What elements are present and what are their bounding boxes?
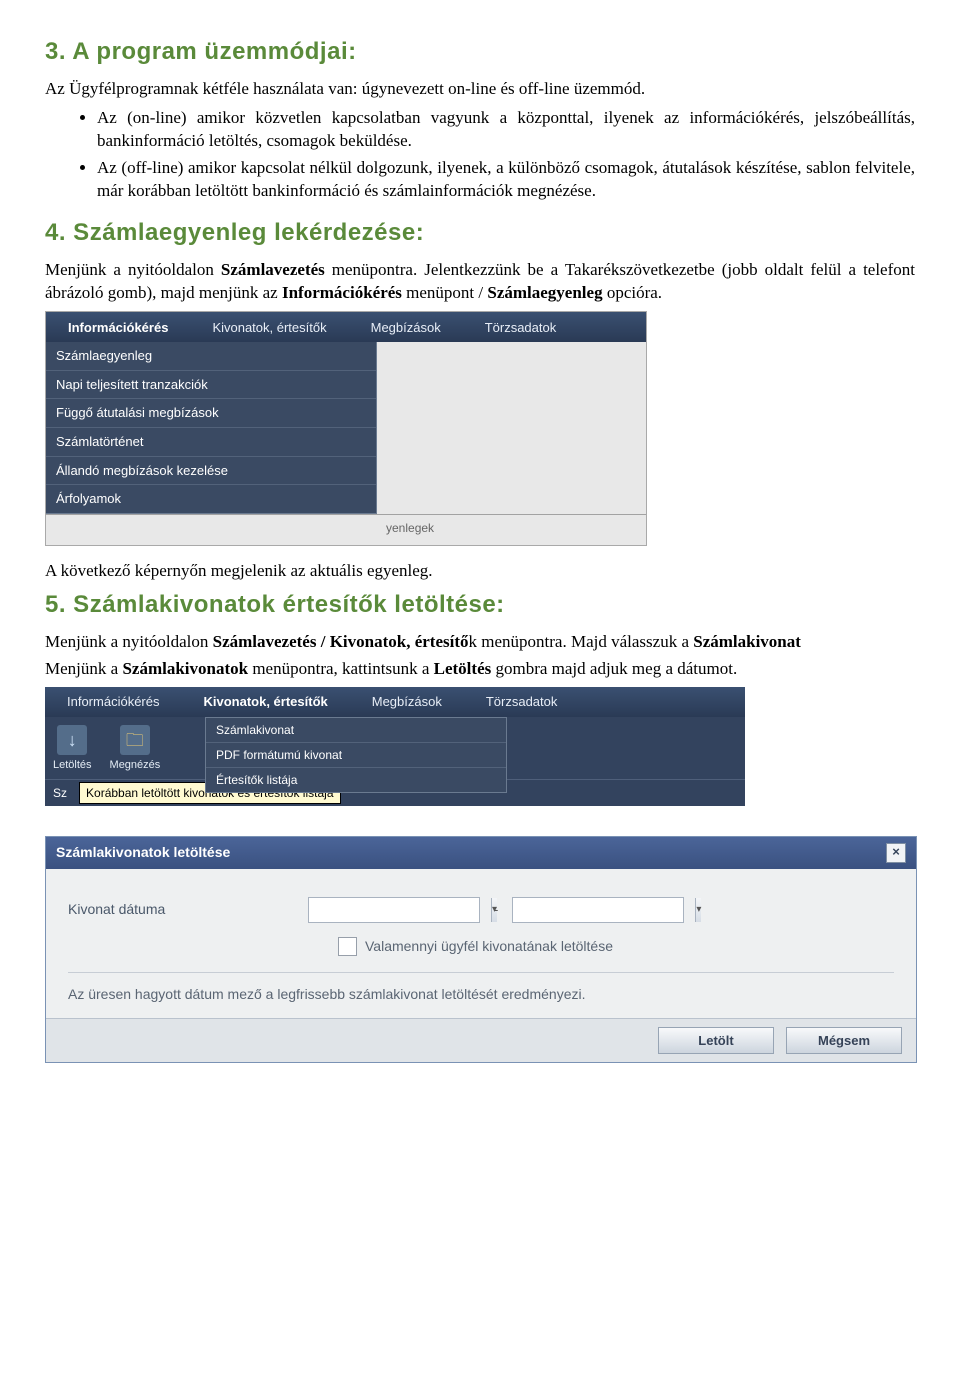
date-to-field[interactable]: ▾ [512, 897, 684, 923]
menu-item-allando-megbizasok[interactable]: Állandó megbízások kezelése [46, 456, 376, 485]
section-4-heading: 4. Számlaegyenleg lekérdezése: [45, 217, 915, 249]
text: menüpontra, kattintsunk a [248, 659, 434, 678]
menu-item-szamlaegyenleg[interactable]: Számlaegyenleg [46, 342, 376, 370]
dialog-hint: Az üresen hagyott dátum mező a legfrisse… [68, 972, 894, 1004]
tab-torzsadatok[interactable]: Törzsadatok [464, 687, 580, 717]
menu-item-napi-tranzakciok[interactable]: Napi teljesített tranzakciók [46, 370, 376, 399]
text: Menjünk a [45, 659, 122, 678]
section-3-bullet-list: Az (on-line) amikor közvetlen kapcsolatb… [45, 107, 915, 203]
checkbox-label: Valamennyi ügyfél kivonatának letöltése [365, 937, 613, 956]
bold-text: Számlakivonat [693, 632, 801, 651]
section-5-para-2: Menjünk a Számlakivonatok menüpontra, ka… [45, 658, 915, 681]
section-3-intro: Az Ügyfélprogramnak kétféle használata v… [45, 78, 915, 101]
text: gombra majd adjuk meg a dátumot. [491, 659, 737, 678]
toolbar: Letöltés Megnézés Számlakivonat PDF form… [45, 717, 745, 780]
tab-kivonatok[interactable]: Kivonatok, értesítők [181, 687, 349, 717]
dialog-titlebar: Számlakivonatok letöltése × [46, 837, 916, 869]
partial-label: yenlegek [378, 515, 442, 545]
bold-text: Számlakivonatok [122, 659, 248, 678]
tab-informaciokeres[interactable]: Információkérés [45, 687, 181, 717]
tab-torzsadatok[interactable]: Törzsadatok [463, 312, 579, 342]
text: Menjünk a nyitóoldalon [45, 632, 213, 651]
bold-text: Számlaegyenleg [487, 283, 602, 302]
section-5-heading: 5. Számlakivonatok értesítők letöltése: [45, 589, 915, 621]
screenshot-info-menu: Információkérés Kivonatok, értesítők Meg… [45, 311, 647, 545]
tab-kivonatok[interactable]: Kivonatok, értesítők [190, 312, 348, 342]
menu-item-szamlakivonat[interactable]: Számlakivonat [206, 718, 506, 742]
tab-megbizasok[interactable]: Megbízások [349, 312, 463, 342]
download-button[interactable]: Letöltés [53, 725, 92, 779]
folder-icon [120, 725, 150, 755]
partial-prefix: Sz [53, 785, 67, 801]
section-4-followup: A következő képernyőn megjelenik az aktu… [45, 560, 915, 583]
download-label: Letöltés [53, 758, 92, 773]
checkbox-row: Valamennyi ügyfél kivonatának letöltése [338, 937, 894, 956]
close-button[interactable]: × [886, 843, 906, 863]
tab-informaciokeres[interactable]: Információkérés [46, 312, 190, 342]
dialog-footer: Letölt Mégsem [46, 1018, 916, 1063]
date-label: Kivonat dátuma [68, 900, 298, 919]
date-row: Kivonat dátuma ▾ - ▾ [68, 897, 894, 923]
tab-megbizasok[interactable]: Megbízások [350, 687, 464, 717]
menu-item-arfolyamok[interactable]: Árfolyamok [46, 484, 376, 513]
tabbar: Információkérés Kivonatok, értesítők Meg… [46, 312, 646, 342]
download-dialog: Számlakivonatok letöltése × Kivonat dátu… [45, 836, 917, 1063]
text: k menüpontra. Majd válasszuk a [469, 632, 694, 651]
date-separator: - [490, 901, 502, 919]
section-3-heading: 3. A program üzemmódjai: [45, 36, 915, 68]
tabbar: Információkérés Kivonatok, értesítők Meg… [45, 687, 745, 717]
info-dropdown: Számlaegyenleg Napi teljesített tranzakc… [46, 342, 377, 513]
bold-text: Letöltés [434, 659, 492, 678]
dialog-title-text: Számlakivonatok letöltése [56, 843, 230, 862]
dialog-body: Kivonat dátuma ▾ - ▾ Valamennyi ügyfél k… [46, 869, 916, 1018]
cancel-button[interactable]: Mégsem [786, 1027, 902, 1055]
text: opcióra. [603, 283, 662, 302]
chevron-down-icon[interactable]: ▾ [695, 898, 701, 922]
menu-item-pdf-kivonat[interactable]: PDF formátumú kivonat [206, 742, 506, 767]
date-from-field[interactable]: ▾ [308, 897, 480, 923]
all-customers-checkbox[interactable] [338, 937, 357, 956]
screenshot-kivonatok-menu: Információkérés Kivonatok, értesítők Meg… [45, 687, 745, 806]
text: Menjünk a nyitóoldalon [45, 260, 221, 279]
kivonatok-dropdown: Számlakivonat PDF formátumú kivonat Érte… [205, 717, 507, 794]
bold-text: Információkérés [282, 283, 402, 302]
date-from-input[interactable] [309, 898, 491, 922]
download-button[interactable]: Letölt [658, 1027, 774, 1055]
section-4-para: Menjünk a nyitóoldalon Számlavezetés men… [45, 259, 915, 305]
download-icon [57, 725, 87, 755]
bold-text: Számlavezetés / Kivonatok, értesítő [213, 632, 469, 651]
menu-item-ertesitok-listaja[interactable]: Értesítők listája [206, 767, 506, 792]
section-5-para-1: Menjünk a nyitóoldalon Számlavezetés / K… [45, 631, 915, 654]
section-3-bullet: Az (off-line) amikor kapcsolat nélkül do… [97, 157, 915, 203]
menu-item-szamlatortenet[interactable]: Számlatörténet [46, 427, 376, 456]
menu-item-fuggo-atutalasi[interactable]: Függő átutalási megbízások [46, 398, 376, 427]
section-3-bullet: Az (on-line) amikor közvetlen kapcsolatb… [97, 107, 915, 153]
text: menüpont / [402, 283, 487, 302]
view-button[interactable]: Megnézés [110, 725, 161, 779]
date-to-input[interactable] [513, 898, 695, 922]
screenshot-bottom-row: yenlegek [46, 514, 646, 545]
bold-text: Számlavezetés [221, 260, 325, 279]
view-label: Megnézés [110, 758, 161, 773]
